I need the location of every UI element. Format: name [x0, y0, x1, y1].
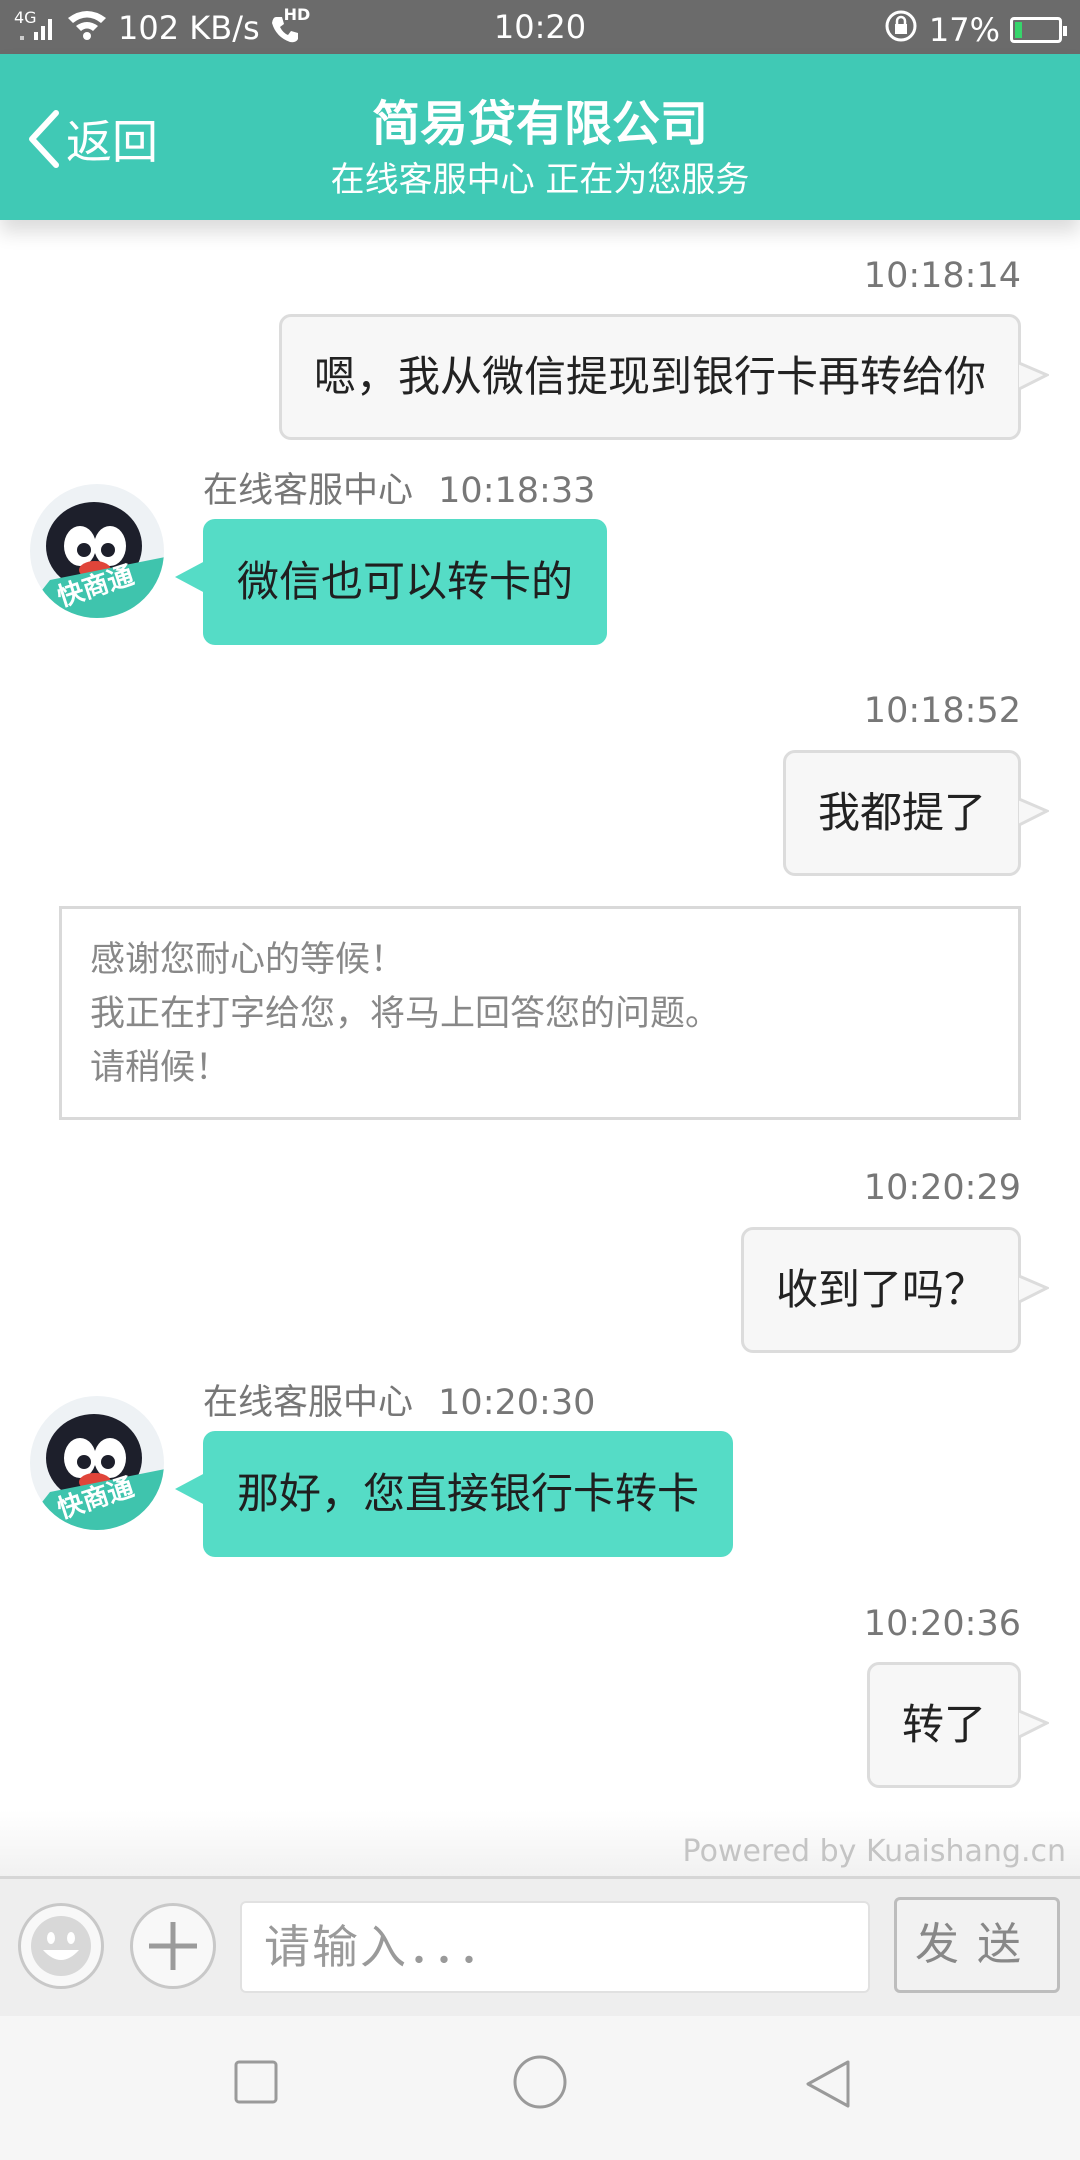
message-timestamp: 10:18:33	[438, 471, 596, 511]
system-nav-bar	[0, 2016, 1080, 2160]
message-timestamp: 10:20:36	[863, 1604, 1021, 1644]
company-title: 简易贷有限公司	[371, 96, 708, 152]
message-text: 微信也可以转卡的	[237, 557, 574, 606]
send-button[interactable]: 发送	[894, 1897, 1060, 1993]
agent-message-bubble: 那好，您直接银行卡转卡	[175, 1431, 734, 1557]
status-bar: 4G 102 KB/s HD 10:20 17%	[0, 0, 1080, 54]
agent-name: 在线客服中心	[203, 471, 414, 511]
typing-notice: 感谢您耐心的等候！ 我正在打字给您，将马上回答您的问题。 请稍候！	[59, 906, 1021, 1120]
message-timestamp: 10:18:14	[863, 256, 1021, 296]
chat-header: 返回 简易贷有限公司 在线客服中心 正在为您服务	[0, 54, 1080, 220]
bubble-tail	[175, 1473, 205, 1505]
status-right: 17%	[883, 8, 1067, 52]
user-message-bubble: 收到了吗？	[740, 1227, 1049, 1353]
notice-line: 我正在打字给您，将马上回答您的问题。	[90, 994, 721, 1034]
agent-meta: 在线客服中心 10:20:30	[203, 1374, 595, 1425]
bubble-tail	[1019, 1709, 1049, 1739]
agent-avatar: 快商通	[30, 1396, 164, 1530]
message-text: 收到了吗？	[775, 1265, 986, 1314]
message-text: 转了	[901, 1700, 986, 1749]
battery-percent: 17%	[928, 11, 1000, 49]
agent-name: 在线客服中心	[203, 1383, 414, 1423]
home-icon[interactable]	[512, 2054, 568, 2110]
message-input[interactable]	[240, 1901, 870, 1993]
user-message-bubble: 我都提了	[782, 750, 1049, 876]
back-triangle-icon[interactable]	[802, 2058, 854, 2110]
bubble-tail	[175, 561, 205, 593]
agent-avatar: 快商通	[30, 484, 164, 618]
rotation-lock-icon	[883, 8, 919, 52]
message-timestamp: 10:20:29	[863, 1168, 1021, 1208]
powered-by: Powered by Kuaishang.cn	[682, 1834, 1066, 1869]
bubble-tail	[1019, 361, 1049, 391]
message-text: 嗯，我从微信提现到银行卡再转给你	[313, 352, 986, 401]
bubble-tail	[1019, 797, 1049, 827]
add-attachment-button[interactable]	[130, 1903, 216, 1989]
message-timestamp: 10:20:30	[438, 1383, 596, 1423]
notice-line: 感谢您耐心的等候！	[90, 940, 406, 980]
input-bar: 发送	[0, 1876, 1080, 2016]
message-text: 那好，您直接银行卡转卡	[237, 1469, 700, 1518]
recent-apps-icon[interactable]	[232, 2058, 280, 2106]
smiley-icon	[31, 1916, 91, 1976]
bubble-tail	[1019, 1274, 1049, 1304]
message-text: 我都提了	[817, 788, 986, 837]
message-timestamp: 10:18:52	[863, 691, 1021, 731]
user-message-bubble: 嗯，我从微信提现到银行卡再转给你	[278, 314, 1049, 440]
plus-icon	[149, 1922, 197, 1970]
agent-meta: 在线客服中心 10:18:33	[203, 462, 595, 513]
service-subtitle: 在线客服中心 正在为您服务	[330, 160, 750, 200]
battery-icon	[1010, 17, 1067, 43]
agent-message-bubble: 微信也可以转卡的	[175, 519, 608, 645]
emoji-button[interactable]	[18, 1903, 104, 1989]
user-message-bubble: 转了	[866, 1662, 1049, 1788]
notice-line: 请稍候！	[90, 1048, 231, 1088]
